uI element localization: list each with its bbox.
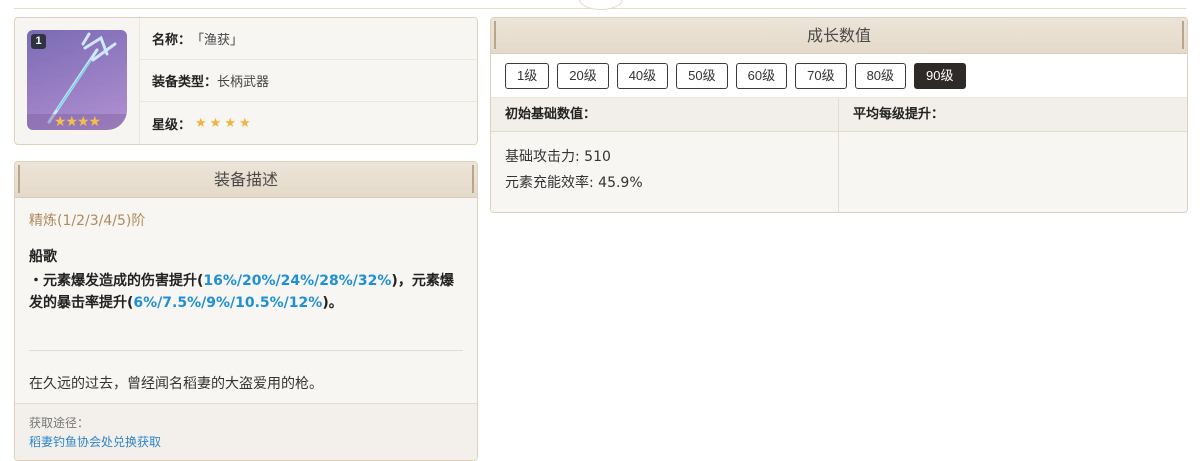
growth-header: 成长数值 [491,18,1187,54]
description-panel: 装备描述 精炼(1/2/3/4/5)阶 船歌 ・元素爆发造成的伤害提升(16%/… [14,161,478,461]
per-level-cell [839,132,1187,212]
passive-name: 船歌 [29,249,57,265]
passive-description: ・元素爆发造成的伤害提升(16%/20%/24%/28%/32%)，元素爆发的暴… [15,266,477,314]
growth-panel: 成长数值 1级 20级 40级 50级 60级 70级 80级 90级 初始基础… [490,17,1188,213]
stats-table-body: 基础攻击力: 510 元素充能效率: 45.9% [491,132,1187,212]
weapon-name-row: 名称： 「渔获」 [140,18,477,60]
level-button-80[interactable]: 80级 [854,62,907,89]
description-header: 装备描述 [15,162,477,198]
passive-value-2: 6%/7.5%/9%/10.5%/12% [133,295,323,311]
weapon-name: 「渔获」 [191,33,244,48]
level-button-40[interactable]: 40级 [616,62,669,89]
star-icon: ★★★★ [195,115,254,131]
energy-recharge-stat: 元素充能效率: 45.9% [505,175,643,191]
weapon-type: 长柄武器 [217,75,270,90]
refinement-title: 精炼(1/2/3/4/5)阶 [29,213,146,229]
base-attack-stat: 基础攻击力: 510 [505,149,611,165]
rarity-label: 星级： [152,117,192,133]
level-button-50[interactable]: 50级 [676,62,728,89]
type-label: 装备类型： [152,75,218,90]
source-section: 获取途径： 稻妻钓鱼协会处兑换获取 [15,403,477,460]
level-button-20[interactable]: 20级 [557,62,609,89]
level-button-1[interactable]: 1级 [505,62,550,89]
source-link[interactable]: 稻妻钓鱼协会处兑换获取 [29,433,463,450]
passive-text-1: ・元素爆发造成的伤害提升( [29,273,204,289]
refine-level-badge: 1 [31,34,46,49]
image-star-rating: ★★★★ [27,114,127,130]
level-button-60[interactable]: 60级 [735,62,788,89]
weapon-rarity-row: 星级： ★★★★ [140,102,477,144]
passive-text-3: )。 [322,295,343,311]
stats-table-header: 初始基础数值： 平均每级提升： [491,98,1187,132]
weapon-attributes: 名称： 「渔获」 装备类型： 长柄武器 星级： ★★★★ [139,18,477,144]
level-button-70[interactable]: 70级 [795,62,847,89]
weapon-image-cell: ★★★★ 1 [15,18,139,144]
per-level-column-header: 平均每级提升： [853,107,945,122]
name-label: 名称： [152,33,192,48]
level-selector: 1级 20级 40级 50级 60级 70级 80级 90级 [491,54,1187,98]
lore-text: 在久远的过去，曾经闻名稻妻的大盗爱用的枪。 [29,376,323,392]
passive-value-1: 16%/20%/24%/28%/32% [203,273,392,289]
weapon-info-card: ★★★★ 1 名称： 「渔获」 装备类型： 长柄武器 星级： ★★★★ [14,17,478,145]
level-button-90[interactable]: 90级 [914,62,966,89]
source-label: 获取途径： [29,416,90,430]
base-stats-column-header: 初始基础数值： [491,98,839,131]
weapon-type-row: 装备类型： 长柄武器 [140,60,477,102]
base-stats-cell: 基础攻击力: 510 元素充能效率: 45.9% [491,132,839,212]
